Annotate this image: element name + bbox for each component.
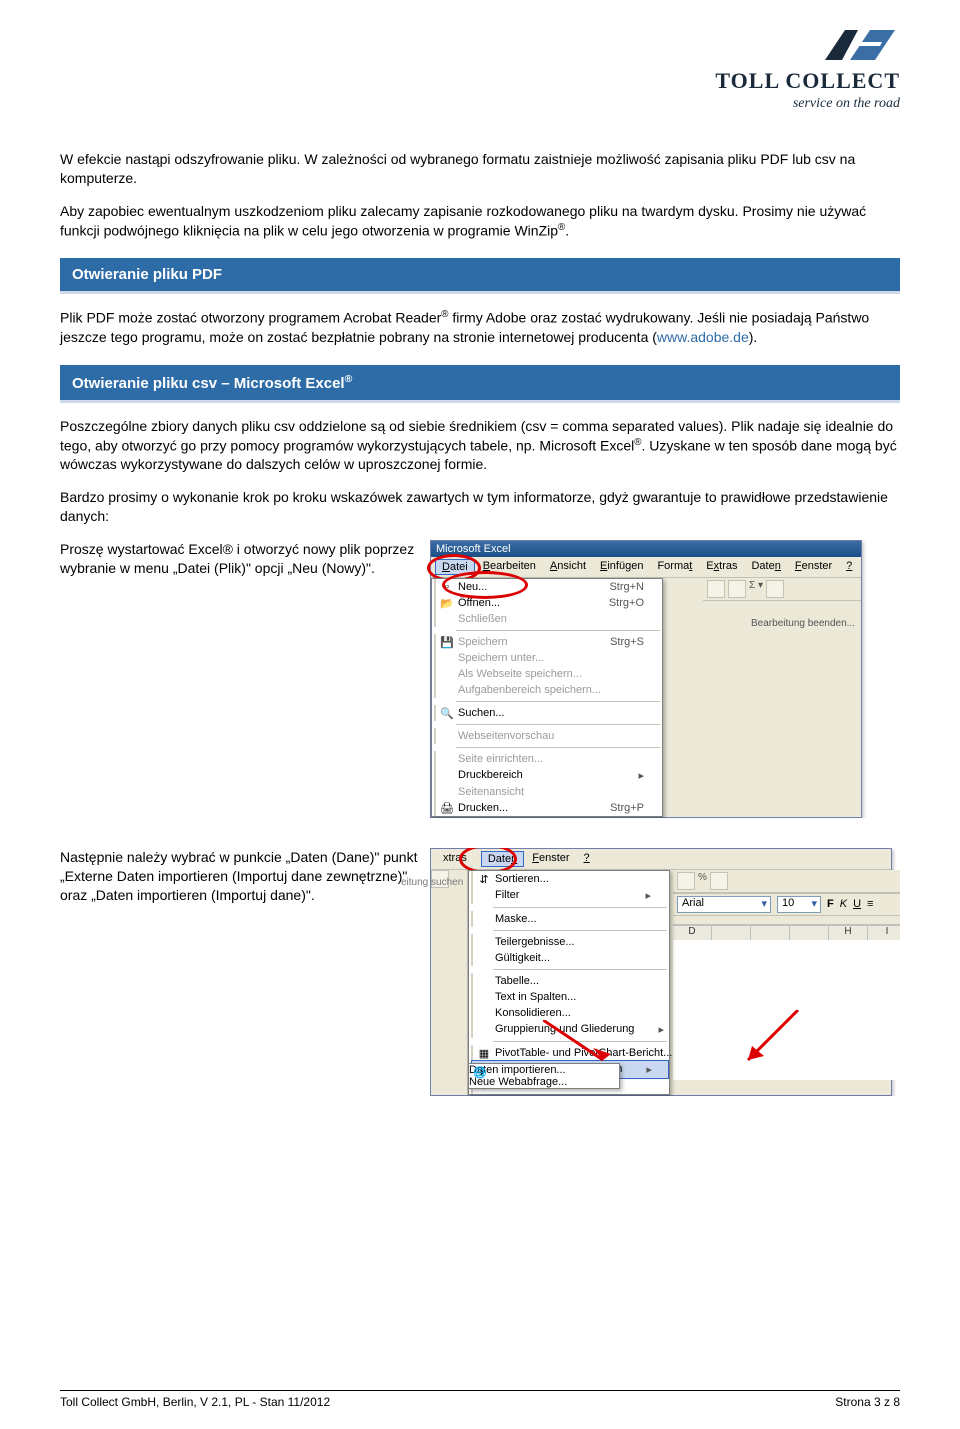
bold-button[interactable]: F [827,898,834,910]
menu-extras-2[interactable]: xtras [431,851,479,867]
font-dropdown[interactable]: Arial [677,896,771,913]
menu-item-drucken[interactable]: 🖨Drucken...Strg+P [434,800,662,816]
menu-help-2[interactable]: ? [578,851,596,867]
menu-item-pivot[interactable]: ▦PivotTable- und PivotChart-Bericht... [471,1045,669,1061]
menu-item-gueltigkeit[interactable]: Gültigkeit... [471,950,669,966]
menu-item-filter[interactable]: Filter▸ [471,887,669,904]
menu-item-text-spalten[interactable]: Text in Spalten... [471,989,669,1005]
externe-daten-submenu: ➜Daten importieren... 🌐Neue Webabfrage..… [468,1063,620,1089]
intro-p2: Aby zapobiec ewentualnym uszkodzeniom pl… [60,202,900,240]
submenu-webabfrage[interactable]: 🌐Neue Webabfrage... [469,1076,619,1088]
new-icon: ▫ [440,581,454,595]
excel1-titlebar: Microsoft Excel [431,541,861,557]
menu-daten-2[interactable]: Daten [481,851,524,867]
excel2-daten-menu: ⇵Sortieren... Filter▸ Maske... Teilergeb… [468,870,670,1095]
menu-item-konsolidieren[interactable]: Konsolidieren... [471,1005,669,1021]
toolbar-icon[interactable] [766,580,784,598]
toolbar-icon[interactable] [677,872,695,890]
format-bar: Arial 10 F K U ≡ [673,893,900,916]
menu-daten[interactable]: Daten [745,559,786,575]
footer-left: Toll Collect GmbH, Berlin, V 2.1, PL - S… [60,1395,330,1409]
submenu-daten-importieren[interactable]: ➜Daten importieren... [469,1064,619,1076]
save-icon: 💾 [440,636,454,650]
menu-item-teilergebnisse[interactable]: Teilergebnisse... [471,934,669,950]
toolbar-icon[interactable] [710,872,728,890]
intro-p1: W efekcie nastąpi odszyfrowanie pliku. W… [60,150,900,188]
suchen-text: eitung suchen [401,877,463,888]
menu-format[interactable]: Format [651,559,698,575]
menu-item-schliessen: Schließen [434,611,662,627]
toolbar-icon[interactable] [728,580,746,598]
search-icon: 🔍 [440,707,454,721]
menu-item-sortieren[interactable]: ⇵Sortieren... [471,871,669,887]
menu-help[interactable]: ? [840,559,858,575]
menu-item-druckbereich[interactable]: Druckbereich▸ [434,767,662,784]
menu-item-tabelle[interactable]: Tabelle... [471,973,669,989]
section2-p2: Bardzo prosimy o wykonanie krok po kroku… [60,488,900,526]
web-icon: 🌐 [473,1066,487,1080]
menu-item-maske[interactable]: Maske... [471,911,669,927]
excel2-menubar: xtras Daten Fenster ? [431,849,891,870]
menu-item-seitenansicht: Seitenansicht [434,784,662,800]
italic-button[interactable]: K [840,898,847,910]
menu-item-speichern-unter: Speichern unter... [434,650,662,666]
section1-p1: Plik PDF może zostać otworzony programem… [60,308,900,346]
excel1-file-menu: ▫Neu...Strg+N 📂Öffnen...Strg+O Schließen… [431,578,663,817]
excel2-toolbar: % [673,870,900,893]
menu-item-oeffnen[interactable]: 📂Öffnen...Strg+O [434,595,662,611]
footer-right: Strona 3 z 8 [835,1395,900,1409]
menu-item-vorschau: Webseitenvorschau [434,728,662,744]
step1-row: Proszę wystartować Excel® i otworzyć now… [60,540,900,818]
menu-datei[interactable]: Datei [435,559,475,575]
pivot-icon: ▦ [477,1047,491,1061]
size-dropdown[interactable]: 10 [777,896,821,913]
step2-text: Następnie należy wybrać w punkcie „Daten… [60,848,420,905]
sort-icon: ⇵ [477,873,491,887]
brand-logo: TOLL COLLECT service on the road [715,20,900,112]
underline-button[interactable]: U [853,898,861,910]
menu-extras[interactable]: Extras [700,559,743,575]
excel1-toolbar: Σ ▾ [703,578,861,601]
brand-tagline: service on the road [793,96,900,111]
heading-pdf: Otwieranie pliku PDF [60,258,900,294]
adobe-link[interactable]: www.adobe.de [657,329,749,345]
menu-item-als-webseite: Als Webseite speichern... [434,666,662,682]
menu-fenster[interactable]: Fenster [789,559,838,575]
excel-screenshot-2: xtras Daten Fenster ? [430,848,892,1096]
brand-name: TOLL COLLECT [715,68,900,93]
menu-item-speichern: 💾SpeichernStrg+S [434,634,662,650]
logo-icon [820,20,900,68]
open-icon: 📂 [440,597,454,611]
excel1-menubar: Datei Bearbeiten Ansicht Einfügen Format… [431,557,861,578]
menu-einfuegen[interactable]: Einfügen [594,559,649,575]
page-footer: Toll Collect GmbH, Berlin, V 2.1, PL - S… [60,1390,900,1409]
step2-row: Następnie należy wybrać w punkcie „Daten… [60,848,900,1096]
step1-text: Proszę wystartować Excel® i otworzyć now… [60,540,420,578]
column-headers: D H I J K [673,925,900,940]
toolbar-icon[interactable] [707,580,725,598]
menu-item-aufgaben: Aufgabenbereich speichern... [434,682,662,698]
menu-fenster-2[interactable]: Fenster [526,851,575,867]
menu-item-suchen[interactable]: 🔍Suchen... [434,705,662,721]
print-icon: 🖨 [440,802,454,816]
menu-ansicht[interactable]: Ansicht [544,559,592,575]
bearbeitung-text: Bearbeitung beenden... [751,618,855,629]
menu-bearbeiten[interactable]: Bearbeiten [477,559,542,575]
menu-item-neu[interactable]: ▫Neu...Strg+N [434,579,662,595]
menu-item-seite: Seite einrichten... [434,751,662,767]
menu-item-gruppierung[interactable]: Gruppierung und Gliederung▸ [471,1021,669,1038]
heading-csv: Otwieranie pliku csv – Microsoft Excel® [60,365,900,403]
excel-screenshot-1: Microsoft Excel Datei Bearbeiten Ansicht… [430,540,862,818]
section2-p1: Poszczególne zbiory danych pliku csv odd… [60,417,900,474]
